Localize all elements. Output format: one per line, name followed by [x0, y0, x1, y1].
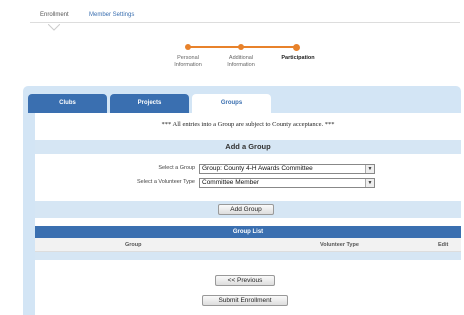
groups-content: *** All entries into a Group are subject…: [35, 113, 461, 315]
select-volunteer-row: Select a Volunteer Type Committee Member…: [35, 177, 461, 190]
submit-enrollment-button[interactable]: Submit Enrollment: [202, 295, 288, 306]
top-nav-divider: [30, 22, 460, 23]
group-list-footer: [35, 252, 461, 260]
column-edit: Edit: [438, 242, 449, 248]
select-group-row: Select a Group Group: County 4-H Awards …: [35, 163, 461, 176]
select-group-label: Select a Group: [158, 165, 195, 171]
select-volunteer-label: Select a Volunteer Type: [137, 179, 195, 185]
chevron-down-icon[interactable]: ▼: [365, 165, 374, 173]
enrollment-panel: Clubs Projects Groups *** All entries in…: [23, 86, 461, 315]
group-list-header: Group List: [35, 226, 461, 238]
add-group-button[interactable]: Add Group: [218, 204, 274, 215]
column-group: Group: [125, 242, 142, 248]
add-group-header: Add a Group: [35, 140, 461, 154]
step-dot-personal: [185, 44, 191, 50]
step-label-additional: Additional Information: [227, 55, 255, 68]
step-dot-additional: [238, 44, 244, 50]
top-nav: Enrollment Member Settings: [30, 8, 460, 31]
volunteer-type-select[interactable]: Committee Member ▼: [199, 178, 375, 188]
add-group-bar: Add Group: [35, 201, 461, 218]
tab-enrollment[interactable]: Enrollment: [40, 12, 69, 18]
tab-member-settings[interactable]: Member Settings: [89, 12, 134, 18]
group-list-columns: Group Volunteer Type Edit: [35, 238, 461, 252]
step-dot-participation: [293, 43, 300, 51]
step-label-personal: Personal Information: [174, 55, 202, 68]
group-select-value: Group: County 4-H Awards Committee: [202, 165, 313, 172]
active-tab-caret-icon: [48, 24, 60, 31]
previous-button[interactable]: << Previous: [215, 275, 275, 286]
step-label-participation: Participation: [281, 55, 315, 61]
tab-projects[interactable]: Projects: [110, 94, 189, 113]
progress-steps: Personal Information Additional Informat…: [160, 42, 330, 72]
tab-clubs[interactable]: Clubs: [28, 94, 107, 113]
column-volunteer-type: Volunteer Type: [320, 242, 359, 248]
volunteer-type-value: Committee Member: [202, 179, 260, 186]
tab-groups[interactable]: Groups: [192, 94, 271, 114]
county-acceptance-notice: *** All entries into a Group are subject…: [161, 121, 335, 128]
chevron-down-icon[interactable]: ▼: [365, 179, 374, 187]
group-select[interactable]: Group: County 4-H Awards Committee ▼: [199, 164, 375, 174]
